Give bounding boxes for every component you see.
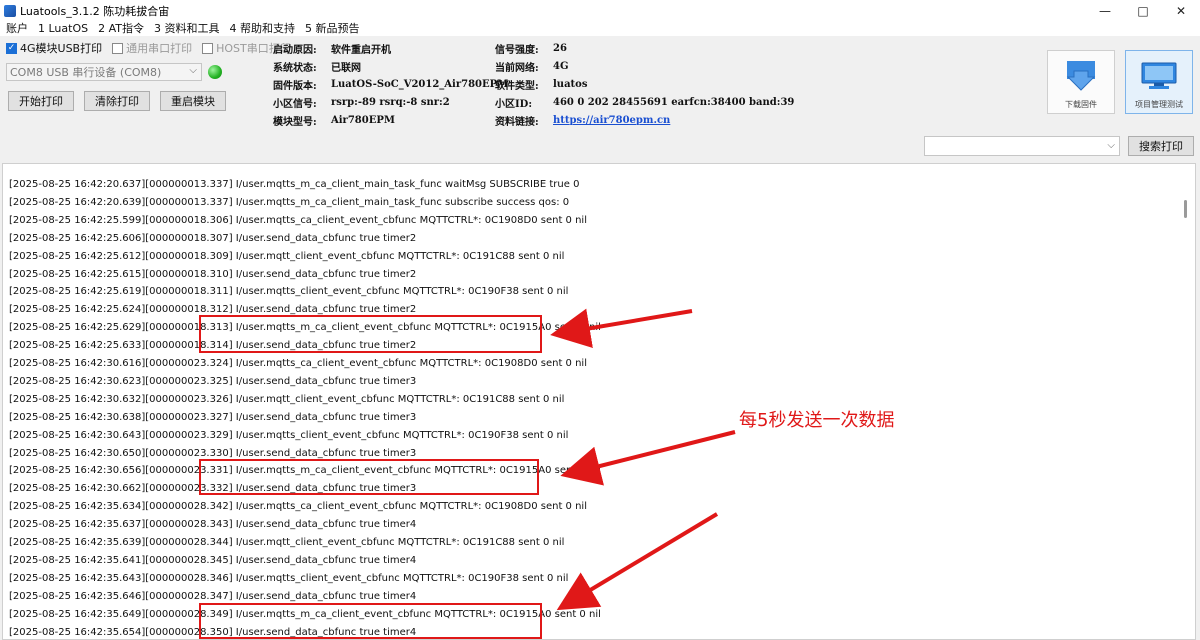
chevron-down-icon: ⌵	[189, 65, 197, 76]
info-row: 模块型号: Air780EPM	[273, 114, 395, 128]
monitor-icon	[1140, 61, 1178, 91]
log-line: [2025-08-25 16:42:30.616][000000023.324]…	[9, 358, 587, 369]
checkbox-box	[112, 42, 124, 54]
log-line: [2025-08-25 16:42:30.623][000000023.325]…	[9, 375, 417, 387]
title-bar: Luatools_3.1.2 陈功耗拔合宙 — □ ✕	[0, 0, 1200, 22]
log-line: [2025-08-25 16:42:30.632][000000023.326]…	[9, 393, 565, 405]
control-panel: ✓ 4G模块USB打印 通用串口打印 HOST串口打印 COM8 USB 串行设…	[0, 36, 1200, 164]
info-row: 信号强度: 26	[495, 42, 567, 56]
maximize-button[interactable]: □	[1124, 0, 1162, 22]
docs-link[interactable]: https://air780epm.cn	[553, 115, 670, 126]
port-select[interactable]: COM8 USB 串行设备 (COM8) ⌵	[6, 63, 202, 81]
window-title: Luatools_3.1.2 陈功耗拔合宙	[20, 5, 170, 18]
log-line: [2025-08-25 16:42:35.637][000000028.343]…	[9, 519, 417, 531]
menu-item-resources[interactable]: 3 资料和工具	[154, 20, 220, 36]
annotation-label: 每5秒发送一次数据	[739, 410, 895, 431]
status-led-icon	[208, 65, 222, 79]
info-row: 资料链接: https://air780epm.cn	[495, 114, 671, 128]
highlight-box	[199, 459, 539, 495]
close-button[interactable]: ✕	[1162, 0, 1200, 22]
menu-item-help[interactable]: 4 帮助和支持	[230, 20, 296, 36]
download-firmware-button[interactable]: 下载固件	[1047, 50, 1115, 114]
project-management-button[interactable]: 项目管理测试	[1125, 50, 1193, 114]
log-line: [2025-08-25 16:42:20.637][000000013.337]…	[9, 179, 580, 190]
info-row: 软件类型: luatos	[495, 78, 588, 92]
highlight-box	[199, 603, 542, 639]
menu-item-new-products[interactable]: 5 新品预告	[305, 20, 360, 36]
clear-print-button[interactable]: 清除打印	[84, 91, 150, 111]
minimize-button[interactable]: —	[1086, 0, 1124, 22]
info-row: 系统状态: 已联网	[273, 62, 361, 74]
info-row: 固件版本: LuatOS-SoC_V2012_Air780EPM	[273, 78, 509, 92]
info-row: 小区ID: 460 0 202 28455691 earfcn:38400 ban…	[495, 96, 795, 110]
usb-print-checkbox[interactable]: ✓ 4G模块USB打印	[6, 40, 102, 56]
log-line: [2025-08-25 16:42:20.639][000000013.337]…	[9, 196, 570, 208]
port-select-value: COM8 USB 串行设备 (COM8)	[10, 66, 162, 79]
log-line: [2025-08-25 16:42:35.643][000000028.346]…	[9, 572, 569, 584]
menu-item-at[interactable]: 2 AT指令	[98, 20, 144, 36]
log-line: [2025-08-25 16:42:25.599][000000018.306]…	[9, 214, 587, 226]
log-line: [2025-08-25 16:42:35.639][000000028.344]…	[9, 537, 565, 548]
restart-module-button[interactable]: 重启模块	[160, 91, 226, 111]
checkmark-icon: ✓	[6, 42, 17, 54]
menu-item-luatos[interactable]: 1 LuatOS	[38, 22, 88, 35]
search-print-button[interactable]: 搜索打印	[1128, 136, 1194, 156]
log-line: [2025-08-25 16:42:25.612][000000018.309]…	[9, 250, 565, 262]
menu-bar: 账户 1 LuatOS 2 AT指令 3 资料和工具 4 帮助和支持 5 新品预…	[0, 20, 1200, 36]
log-line: [2025-08-25 16:42:30.638][000000023.327]…	[9, 411, 417, 423]
info-row: 启动原因: 软件重启开机	[273, 44, 391, 56]
log-line: [2025-08-25 16:42:35.641][000000028.345]…	[9, 554, 417, 566]
start-print-button[interactable]: 开始打印	[8, 91, 74, 111]
info-row: 小区信号: rsrp:-89 rsrq:-8 snr:2	[273, 96, 450, 110]
chevron-down-icon: ⌵	[1107, 140, 1115, 151]
highlight-box	[199, 315, 542, 353]
app-icon	[4, 5, 16, 17]
log-line: [2025-08-25 16:42:30.643][000000023.329]…	[9, 429, 569, 441]
scrollbar-thumb[interactable]	[1184, 200, 1187, 218]
menu-item-account[interactable]: 账户	[6, 20, 28, 36]
device-info-right: 信号强度: 26 当前网络: 4G 软件类型: luatos 小区ID: 460 0 2…	[495, 39, 794, 129]
info-row: 当前网络: 4G	[495, 60, 569, 74]
print-source-options: ✓ 4G模块USB打印 通用串口打印 HOST串口打印	[6, 40, 301, 56]
log-line: [2025-08-25 16:42:25.619][000000018.311]…	[9, 286, 569, 298]
log-line: [2025-08-25 16:42:35.634][000000028.342]…	[9, 501, 587, 513]
device-info-left: 启动原因: 软件重启开机 系统状态: 已联网 固件版本: LuatOS-SoC_V20…	[273, 39, 508, 129]
search-input[interactable]: ⌵	[924, 136, 1120, 156]
window-controls: — □ ✕	[1086, 0, 1200, 22]
download-icon	[1064, 59, 1098, 93]
uart-print-checkbox[interactable]: 通用串口打印	[112, 40, 192, 56]
log-line: [2025-08-25 16:42:25.615][000000018.310]…	[9, 268, 417, 280]
log-output[interactable]: [2025-08-25 16:42:20.637][000000013.337]…	[2, 163, 1196, 640]
log-line: [2025-08-25 16:42:25.606][000000018.307]…	[9, 232, 417, 244]
checkbox-box	[202, 42, 214, 54]
